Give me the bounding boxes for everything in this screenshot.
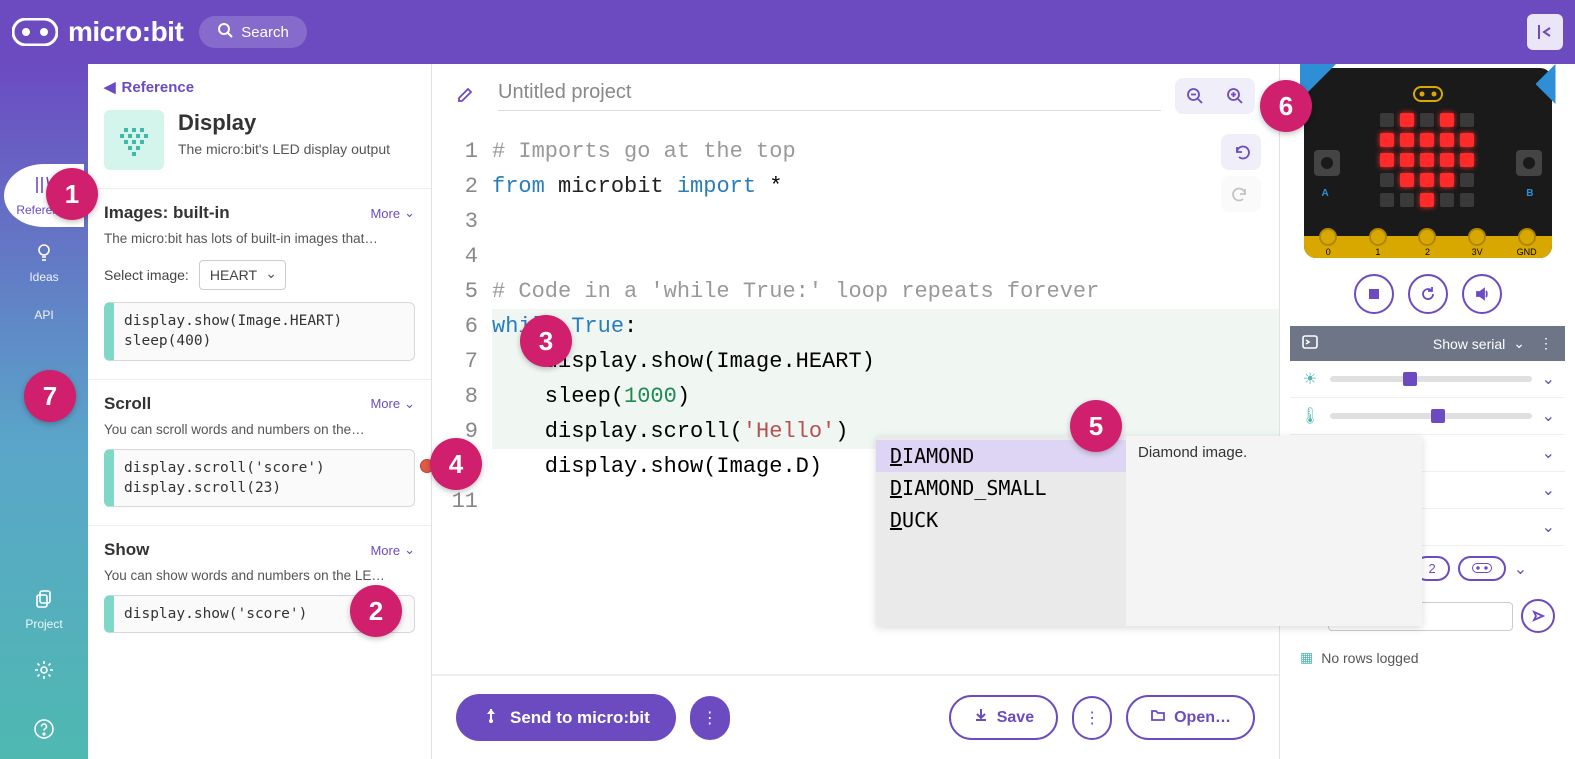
- sun-icon: ☀: [1300, 369, 1320, 389]
- usb-icon: [482, 706, 500, 729]
- send-menu-button[interactable]: ⋮: [690, 696, 730, 740]
- stop-button[interactable]: [1354, 274, 1394, 314]
- more-icon[interactable]: ⋮: [1539, 335, 1553, 352]
- autocomplete-item[interactable]: DUCK: [876, 504, 1126, 536]
- more-link[interactable]: More ⌄: [370, 542, 415, 558]
- serial-toggle-bar[interactable]: Show serial ⌄ ⋮: [1290, 326, 1565, 361]
- search-button[interactable]: Search: [199, 16, 307, 48]
- board-pin[interactable]: 2: [1403, 238, 1453, 257]
- display-category-icon: [104, 110, 164, 170]
- nav-project[interactable]: Project: [4, 578, 84, 641]
- collapse-sidebar-button[interactable]: [1527, 14, 1563, 50]
- chevron-down-icon[interactable]: ⌄: [1542, 369, 1555, 389]
- board-pin[interactable]: 0: [1304, 238, 1354, 257]
- simulator-panel: A B 0123VGND Show serial ⌄ ⋮ ☀: [1279, 64, 1575, 759]
- folder-icon: [1150, 707, 1166, 728]
- brand-name: micro:bit: [68, 16, 183, 48]
- reference-subtitle: The micro:bit's LED display output: [178, 140, 390, 159]
- nav-ideas[interactable]: Ideas: [4, 231, 84, 294]
- more-link[interactable]: More ⌄: [370, 205, 415, 221]
- nav-api[interactable]: API: [4, 298, 84, 332]
- ref-section-images: Images: built-in More ⌄ The micro:bit ha…: [88, 188, 431, 379]
- code-snippet-scroll[interactable]: display.scroll('score') display.scroll(2…: [104, 449, 415, 508]
- zoom-in-button[interactable]: [1215, 78, 1255, 114]
- lightbulb-icon: [33, 241, 55, 266]
- code-line[interactable]: [492, 239, 1279, 274]
- board-pin[interactable]: GND: [1502, 238, 1552, 257]
- reference-panel: ◀ Reference Display The micro:bit's LED …: [88, 64, 432, 759]
- ref-section-scroll: Scroll More ⌄ You can scroll words and n…: [88, 379, 431, 526]
- mute-button[interactable]: [1462, 274, 1502, 314]
- microbit-logo-icon: [12, 18, 58, 46]
- microbit-simulator[interactable]: A B 0123VGND: [1304, 68, 1552, 258]
- callout-7: 7: [24, 370, 76, 422]
- autocomplete-doc: Diamond image.: [1126, 436, 1422, 626]
- image-select[interactable]: HEART: [199, 260, 286, 290]
- chevron-left-icon: ◀: [104, 78, 116, 96]
- sim-button-a[interactable]: [1314, 150, 1340, 176]
- callout-5: 5: [1070, 400, 1122, 452]
- download-icon: [973, 707, 989, 728]
- chevron-down-icon: ⌄: [404, 205, 415, 221]
- help-icon: [33, 727, 55, 744]
- nav-settings[interactable]: [4, 645, 84, 700]
- chevron-down-icon: ⌄: [1513, 335, 1525, 352]
- open-button[interactable]: Open…: [1126, 695, 1255, 740]
- chevron-down-icon: ⌄: [404, 396, 415, 412]
- thermometer-icon: 🌡: [1300, 406, 1320, 426]
- edit-icon[interactable]: [456, 84, 476, 109]
- callout-3: 3: [520, 315, 572, 367]
- save-button[interactable]: Save: [949, 695, 1058, 740]
- callout-1: 1: [46, 168, 98, 220]
- editor-pane: Untitled project 1234567891011 # Imports…: [432, 64, 1279, 759]
- chevron-down-icon[interactable]: ⌄: [1514, 559, 1527, 579]
- project-name-input[interactable]: Untitled project: [498, 81, 1161, 111]
- restart-button[interactable]: [1408, 274, 1448, 314]
- temperature-sensor[interactable]: 🌡 ⌄: [1290, 398, 1565, 435]
- board-logo-icon: [1316, 86, 1540, 107]
- code-line[interactable]: while True:: [492, 309, 1279, 344]
- light-sensor[interactable]: ☀ ⌄: [1290, 361, 1565, 398]
- nav-help[interactable]: [4, 704, 84, 759]
- code-line[interactable]: sleep(1000): [492, 379, 1279, 414]
- code-line[interactable]: # Code in a 'while True:' loop repeats f…: [492, 274, 1279, 309]
- code-line[interactable]: from microbit import *: [492, 169, 1279, 204]
- copy-icon: [33, 588, 55, 613]
- code-snippet-images[interactable]: display.show(Image.HEART) sleep(400): [104, 302, 415, 361]
- pin-logo-button[interactable]: [1458, 556, 1506, 581]
- send-to-microbit-button[interactable]: Send to micro:bit: [456, 694, 676, 741]
- gear-icon: [33, 668, 55, 685]
- terminal-icon: [1302, 334, 1318, 353]
- chevron-down-icon[interactable]: ⌄: [1542, 443, 1555, 463]
- more-link[interactable]: More ⌄: [370, 396, 415, 412]
- chevron-down-icon[interactable]: ⌄: [1542, 480, 1555, 500]
- reference-title: Display: [178, 110, 390, 136]
- autocomplete-item[interactable]: DIAMOND_SMALL: [876, 472, 1126, 504]
- search-icon: [217, 22, 233, 42]
- reference-back-link[interactable]: ◀ Reference: [88, 64, 431, 106]
- action-bar: Send to micro:bit ⋮ Save ⋮ Open…: [432, 674, 1279, 759]
- board-pin[interactable]: 3V: [1452, 238, 1502, 257]
- table-icon: ▦: [1300, 649, 1313, 666]
- save-menu-button[interactable]: ⋮: [1072, 696, 1112, 740]
- app-logo: micro:bit: [12, 16, 183, 48]
- zoom-out-button[interactable]: [1175, 78, 1215, 114]
- code-line[interactable]: # Imports go at the top: [492, 134, 1279, 169]
- app-header: micro:bit Search: [0, 0, 1575, 64]
- callout-4: 4: [430, 438, 482, 490]
- code-line[interactable]: display.show(Image.HEART): [492, 344, 1279, 379]
- callout-2: 2: [350, 585, 402, 637]
- sim-button-b[interactable]: [1516, 150, 1542, 176]
- autocomplete-popup[interactable]: DIAMONDDIAMOND_SMALLDUCK Diamond image.: [876, 436, 1422, 626]
- data-log-status: ▦ No rows logged: [1290, 641, 1565, 674]
- chevron-down-icon[interactable]: ⌄: [1542, 406, 1555, 426]
- callout-6: 6: [1260, 80, 1312, 132]
- board-pin[interactable]: 1: [1353, 238, 1403, 257]
- code-line[interactable]: [492, 204, 1279, 239]
- search-label: Search: [241, 24, 289, 41]
- radio-send-button[interactable]: [1521, 599, 1555, 633]
- chevron-down-icon: ⌄: [404, 542, 415, 558]
- chevron-down-icon[interactable]: ⌄: [1542, 517, 1555, 537]
